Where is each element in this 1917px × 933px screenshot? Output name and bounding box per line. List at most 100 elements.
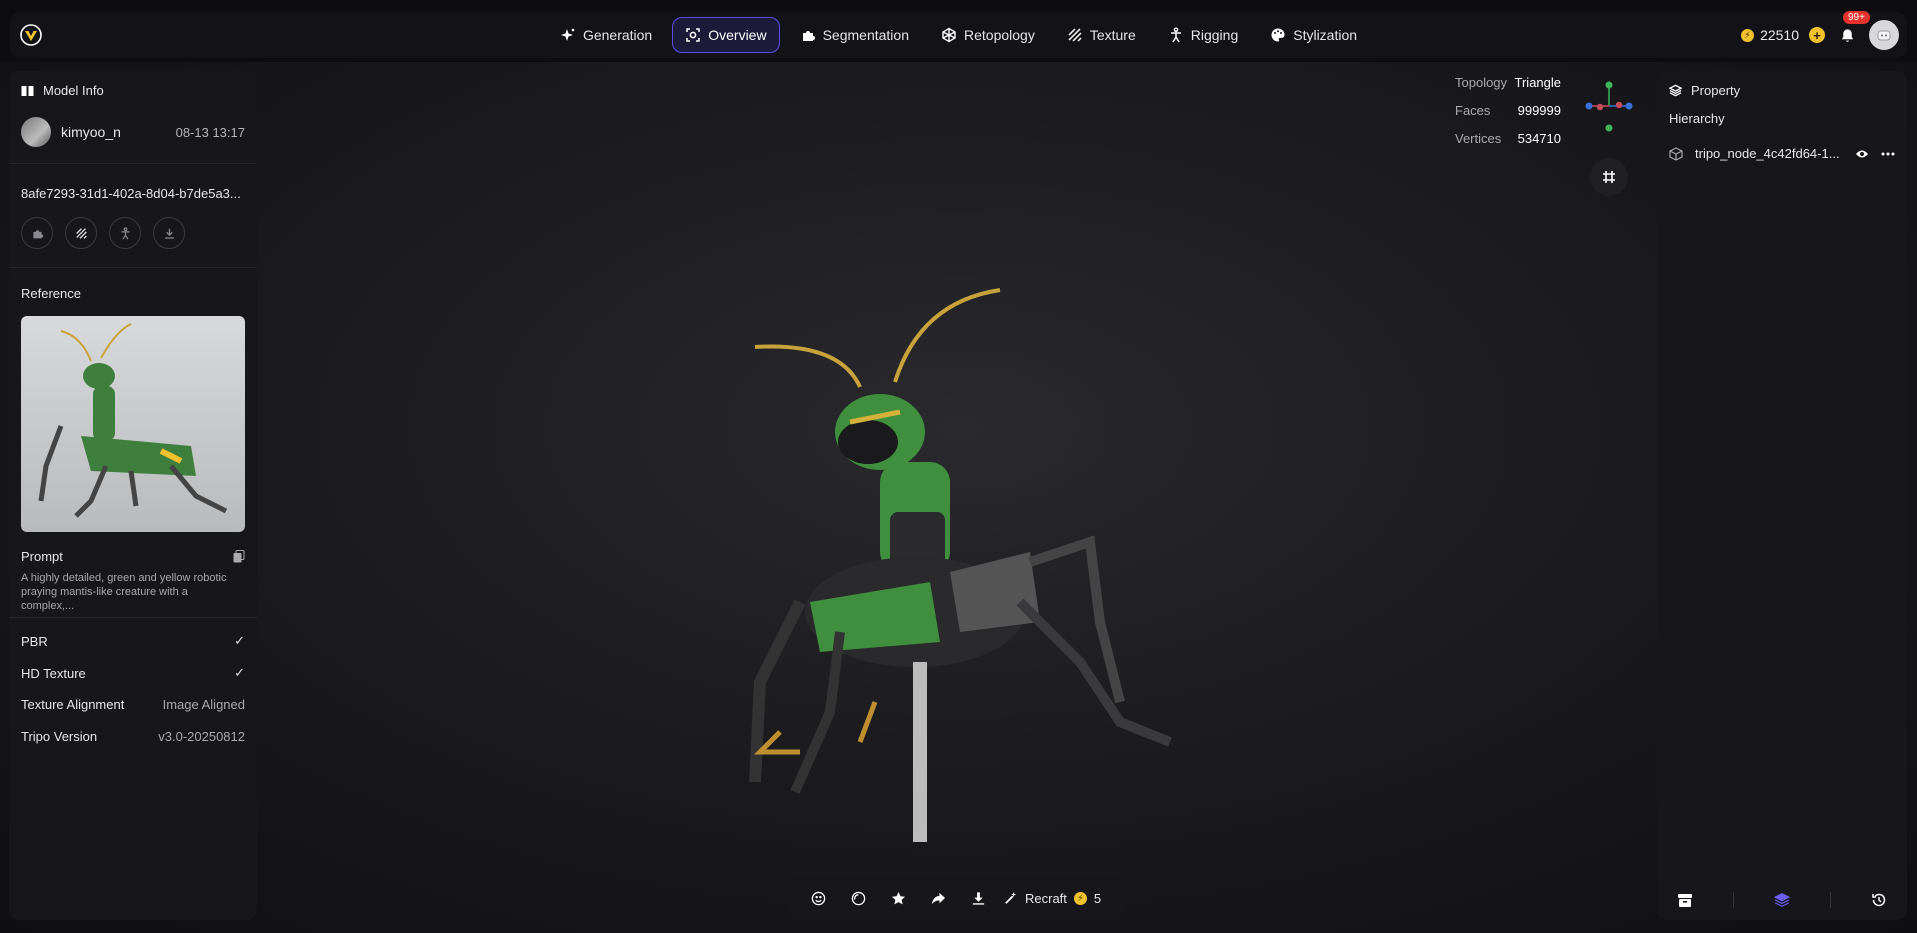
tab-label: Overview xyxy=(708,27,767,43)
recraft-label: Recraft xyxy=(1025,890,1067,906)
panel-title: Model Info xyxy=(43,83,104,98)
tab-retopology[interactable]: Retopology xyxy=(929,18,1047,52)
credit-balance[interactable]: ⚡ 22510 xyxy=(1741,27,1799,43)
tab-rigging[interactable]: Rigging xyxy=(1156,18,1250,52)
property-row-pbr: PBR ✓ xyxy=(21,633,245,649)
property-key: PBR xyxy=(21,633,48,649)
sphere-icon xyxy=(851,891,865,905)
top-navigation-bar: Generation Overview Segmentation Retopol… xyxy=(10,11,1907,58)
book-icon xyxy=(21,85,34,96)
prompt-header: Prompt xyxy=(21,549,245,564)
share-arrow-icon xyxy=(931,892,945,904)
workflow-tabs: Generation Overview Segmentation Retopol… xyxy=(10,12,1907,58)
download-button[interactable] xyxy=(958,882,998,914)
puzzle-icon xyxy=(800,27,816,43)
buy-credits-button[interactable]: + xyxy=(1809,27,1825,43)
property-key: Texture Alignment xyxy=(21,697,125,712)
tab-label: Texture xyxy=(1089,27,1136,43)
property-value: Image Aligned xyxy=(162,697,245,712)
user-avatar-button[interactable] xyxy=(1869,20,1899,50)
lighting-button[interactable] xyxy=(838,882,878,914)
node-name: tripo_node_4c42fd64-1... xyxy=(1695,146,1840,161)
layers-icon xyxy=(1669,84,1682,97)
download-action-button[interactable] xyxy=(153,217,185,249)
notifications-button[interactable]: 99+ xyxy=(1835,11,1870,47)
view-settings-button[interactable] xyxy=(1590,158,1628,196)
divider xyxy=(1733,892,1734,908)
author-avatar[interactable] xyxy=(21,117,51,147)
tab-segmentation[interactable]: Segmentation xyxy=(788,18,921,52)
palette-icon xyxy=(1270,27,1286,43)
mesh-icon xyxy=(941,27,957,43)
robot-avatar-icon xyxy=(1877,30,1891,41)
texture-action-button[interactable] xyxy=(65,217,97,249)
account-area: ⚡ 22510 + 99+ xyxy=(1741,11,1899,58)
viewer-toolbar: Recraft ⚡ 5 xyxy=(788,877,1126,919)
rig-action-button[interactable] xyxy=(109,217,141,249)
property-key: HD Texture xyxy=(21,665,86,681)
stat-value: 534710 xyxy=(1517,130,1561,146)
magic-wand-icon xyxy=(1005,891,1017,904)
model-id[interactable]: 8afe7293-31d1-402a-8d04-b7de5a3... xyxy=(21,186,241,201)
grid-hash-icon xyxy=(1603,171,1615,183)
mantis-3d-model[interactable] xyxy=(700,282,1200,852)
layers-active-icon[interactable] xyxy=(1774,892,1790,908)
author-name[interactable]: kimyoo_n xyxy=(61,124,121,140)
smile-face-icon xyxy=(811,891,825,905)
stat-value: 999999 xyxy=(1517,102,1561,118)
archive-icon[interactable] xyxy=(1677,893,1693,908)
reference-image[interactable] xyxy=(21,316,245,532)
stat-value: Triangle xyxy=(1514,74,1561,90)
divider xyxy=(1830,892,1831,908)
tab-overview[interactable]: Overview xyxy=(672,17,780,53)
favorite-button[interactable] xyxy=(878,882,918,914)
sparkle-icon xyxy=(560,27,576,43)
stat-topology: Topology Triangle xyxy=(1455,68,1561,96)
model-info-header: Model Info xyxy=(21,83,104,98)
tab-generation[interactable]: Generation xyxy=(548,18,664,52)
prompt-label: Prompt xyxy=(21,549,63,564)
more-options-icon[interactable] xyxy=(1881,152,1895,156)
prompt-text: A highly detailed, green and yellow robo… xyxy=(21,572,227,612)
puzzle-icon xyxy=(32,229,43,238)
mesh-stats: Topology Triangle Faces 999999 Vertices … xyxy=(1455,68,1561,152)
bell-icon xyxy=(1841,28,1853,42)
model-info-panel: Model Info kimyoo_n 08-13 13:17 8afe7293… xyxy=(9,71,257,920)
recraft-cost: 5 xyxy=(1093,890,1102,906)
history-icon[interactable] xyxy=(1871,892,1887,908)
coin-icon: ⚡ xyxy=(1073,891,1087,905)
property-row-hd-texture: HD Texture ✓ xyxy=(21,665,245,681)
property-row-tripo-version: Tripo Version v3.0-20250812 xyxy=(21,729,245,744)
tab-label: Rigging xyxy=(1190,27,1239,43)
copy-icon[interactable] xyxy=(233,550,245,563)
panel-title: Property xyxy=(1691,83,1741,98)
model-mode-button[interactable] xyxy=(798,882,838,914)
recraft-button[interactable]: Recraft ⚡ 5 xyxy=(1004,891,1101,906)
axis-gizmo[interactable] xyxy=(1584,80,1634,136)
divider xyxy=(9,617,257,618)
stat-label: Faces xyxy=(1455,102,1491,118)
scan-icon xyxy=(685,27,701,43)
tab-label: Stylization xyxy=(1293,27,1358,43)
tab-label: Generation xyxy=(582,27,653,43)
property-row-texture-alignment: Texture Alignment Image Aligned xyxy=(21,697,245,712)
tab-stylization[interactable]: Stylization xyxy=(1258,18,1369,52)
check-icon: ✓ xyxy=(234,633,245,648)
download-icon xyxy=(972,891,984,905)
divider xyxy=(9,163,257,164)
tab-texture[interactable]: Texture xyxy=(1055,18,1148,52)
hierarchy-node[interactable]: tripo_node_4c42fd64-1... xyxy=(1669,146,1895,161)
created-date: 08-13 13:17 xyxy=(175,124,245,140)
model-action-row xyxy=(21,217,185,249)
notification-badge: 99+ xyxy=(1843,11,1870,24)
stat-label: Topology xyxy=(1455,74,1508,90)
property-value: v3.0-20250812 xyxy=(158,729,245,744)
share-button[interactable] xyxy=(918,882,958,914)
segment-action-button[interactable] xyxy=(21,217,53,249)
mantis-reference-thumbnail xyxy=(38,323,228,518)
credit-count: 22510 xyxy=(1760,27,1799,43)
3d-viewport[interactable] xyxy=(0,62,1917,933)
hierarchy-label: Hierarchy xyxy=(1669,111,1725,126)
figure-icon xyxy=(1168,27,1184,43)
eye-icon[interactable] xyxy=(1855,149,1869,159)
